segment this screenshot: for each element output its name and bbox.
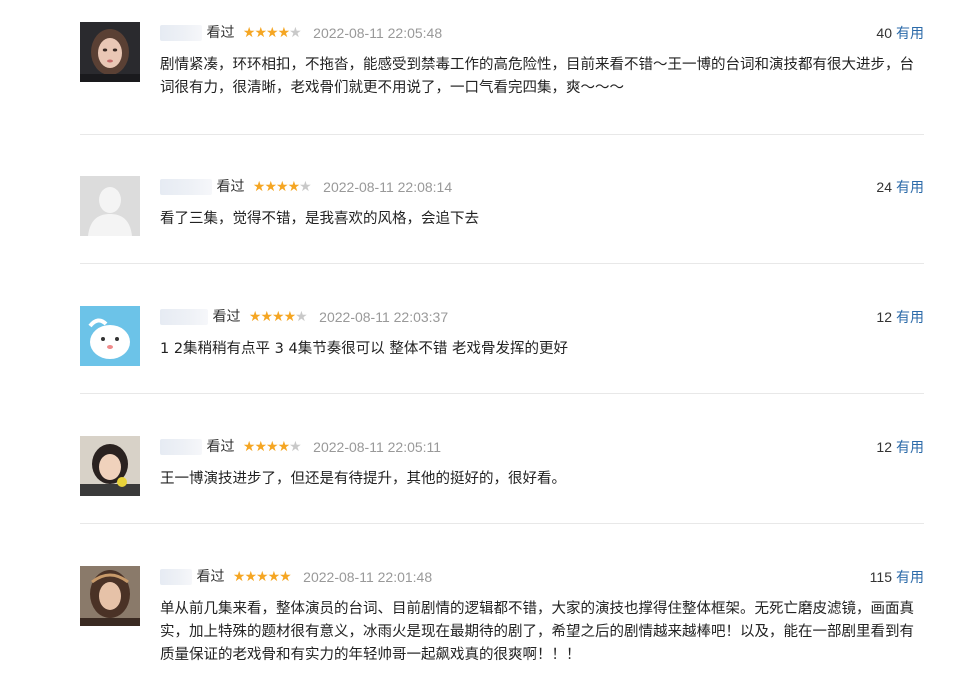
useful-count: 115 bbox=[869, 569, 892, 585]
avatar[interactable] bbox=[80, 306, 140, 366]
username-redacted[interactable] bbox=[160, 179, 212, 195]
star-empty-icon: ★ bbox=[299, 179, 312, 195]
avatar-photo-icon bbox=[80, 566, 140, 626]
rating-stars: ★★★★★ bbox=[242, 436, 302, 458]
star-filled-icon: ★ bbox=[272, 309, 285, 325]
avatar[interactable] bbox=[80, 436, 140, 496]
star-filled-icon: ★ bbox=[279, 569, 292, 585]
watched-label: 看过 bbox=[206, 25, 235, 41]
comment-time: 2022-08-11 22:05:11 bbox=[313, 439, 442, 455]
default-avatar-icon bbox=[80, 176, 140, 236]
star-filled-icon: ★ bbox=[242, 25, 256, 41]
star-filled-icon: ★ bbox=[244, 569, 257, 585]
useful-button[interactable]: 有用 bbox=[896, 569, 924, 585]
useful-vote: 24 有用 bbox=[876, 176, 924, 198]
useful-count: 12 bbox=[876, 439, 892, 455]
avatar[interactable] bbox=[80, 176, 140, 236]
watched-label: 看过 bbox=[206, 439, 235, 455]
comment-list: 看过 ★★★★★ 2022-08-11 22:05:48 40 有用 剧情紧凑，环… bbox=[0, 0, 969, 687]
star-filled-icon: ★ bbox=[260, 309, 273, 325]
star-empty-icon: ★ bbox=[289, 439, 302, 455]
useful-vote: 40 有用 bbox=[876, 22, 924, 44]
rating-stars: ★★★★★ bbox=[242, 22, 302, 44]
star-filled-icon: ★ bbox=[283, 309, 297, 325]
comment-item: 看过 ★★★★★ 2022-08-11 22:03:37 12 有用 1 2集稍稍… bbox=[80, 306, 924, 394]
star-filled-icon: ★ bbox=[252, 179, 266, 195]
rating-stars: ★★★★★ bbox=[252, 176, 312, 198]
comment-meta: 看过 ★★★★★ 2022-08-11 22:05:11 bbox=[160, 436, 441, 458]
useful-vote: 115 有用 bbox=[870, 566, 924, 588]
star-filled-icon: ★ bbox=[287, 179, 301, 195]
star-filled-icon: ★ bbox=[248, 309, 262, 325]
comment-time: 2022-08-11 22:05:48 bbox=[313, 25, 443, 41]
star-filled-icon: ★ bbox=[266, 25, 279, 41]
useful-count: 12 bbox=[876, 309, 892, 325]
useful-button[interactable]: 有用 bbox=[896, 179, 924, 195]
avatar-photo-icon bbox=[80, 22, 140, 82]
comment-text: 看了三集，觉得不错，是我喜欢的风格，会追下去 bbox=[160, 211, 479, 227]
star-filled-icon: ★ bbox=[266, 439, 279, 455]
comment-text: 单从前几集来看，整体演员的台词、目前剧情的逻辑都不错，大家的演技也撑得住整体框架… bbox=[160, 601, 914, 663]
star-filled-icon: ★ bbox=[277, 439, 291, 455]
username-redacted[interactable] bbox=[160, 439, 202, 455]
star-filled-icon: ★ bbox=[267, 569, 281, 585]
watched-label: 看过 bbox=[196, 569, 225, 585]
useful-count: 24 bbox=[876, 179, 892, 195]
star-filled-icon: ★ bbox=[276, 179, 289, 195]
comment-item: 看过 ★★★★★ 2022-08-11 22:05:11 12 有用 王一博演技进… bbox=[80, 436, 924, 524]
star-empty-icon: ★ bbox=[295, 309, 308, 325]
star-filled-icon: ★ bbox=[242, 439, 256, 455]
useful-count: 40 bbox=[876, 25, 892, 41]
comment-item: 看过 ★★★★★ 2022-08-11 22:01:48 115 有用 单从前几集… bbox=[80, 566, 924, 687]
rating-stars: ★★★★★ bbox=[232, 566, 292, 588]
watched-label: 看过 bbox=[216, 179, 245, 195]
comment-text: 1 2集稍稍有点平 3 4集节奏很可以 整体不错 老戏骨发挥的更好 bbox=[160, 341, 568, 357]
star-filled-icon: ★ bbox=[277, 25, 291, 41]
username-redacted[interactable] bbox=[160, 25, 202, 41]
username-redacted[interactable] bbox=[160, 309, 208, 325]
comment-item: 看过 ★★★★★ 2022-08-11 22:05:48 40 有用 剧情紧凑，环… bbox=[80, 22, 924, 135]
star-filled-icon: ★ bbox=[264, 179, 277, 195]
avatar-photo-icon bbox=[80, 436, 140, 496]
comment-item: 看过 ★★★★★ 2022-08-11 22:08:14 24 有用 看了三集，觉… bbox=[80, 176, 924, 264]
comment-time: 2022-08-11 22:01:48 bbox=[303, 569, 433, 585]
star-empty-icon: ★ bbox=[289, 25, 302, 41]
useful-button[interactable]: 有用 bbox=[896, 25, 924, 41]
useful-button[interactable]: 有用 bbox=[896, 439, 924, 455]
avatar[interactable] bbox=[80, 22, 140, 82]
star-filled-icon: ★ bbox=[254, 439, 267, 455]
useful-button[interactable]: 有用 bbox=[896, 309, 924, 325]
star-filled-icon: ★ bbox=[232, 569, 246, 585]
useful-vote: 12 有用 bbox=[876, 436, 924, 458]
comment-text: 王一博演技进步了，但还是有待提升，其他的挺好的，很好看。 bbox=[160, 471, 566, 487]
useful-vote: 12 有用 bbox=[876, 306, 924, 328]
comment-time: 2022-08-11 22:08:14 bbox=[323, 179, 453, 195]
comment-text: 剧情紧凑，环环相扣，不拖沓，能感受到禁毒工作的高危险性，目前来看不错～王一博的台… bbox=[160, 57, 914, 96]
rating-stars: ★★★★★ bbox=[248, 306, 308, 328]
star-filled-icon: ★ bbox=[256, 569, 269, 585]
watched-label: 看过 bbox=[212, 309, 241, 325]
comment-meta: 看过 ★★★★★ 2022-08-11 22:05:48 bbox=[160, 22, 442, 44]
avatar[interactable] bbox=[80, 566, 140, 626]
comment-meta: 看过 ★★★★★ 2022-08-11 22:08:14 bbox=[160, 176, 452, 198]
comment-time: 2022-08-11 22:03:37 bbox=[319, 309, 449, 325]
username-redacted[interactable] bbox=[160, 569, 192, 585]
star-filled-icon: ★ bbox=[254, 25, 267, 41]
cartoon-avatar-icon bbox=[80, 306, 140, 366]
comment-meta: 看过 ★★★★★ 2022-08-11 22:03:37 bbox=[160, 306, 448, 328]
comment-meta: 看过 ★★★★★ 2022-08-11 22:01:48 bbox=[160, 566, 432, 588]
